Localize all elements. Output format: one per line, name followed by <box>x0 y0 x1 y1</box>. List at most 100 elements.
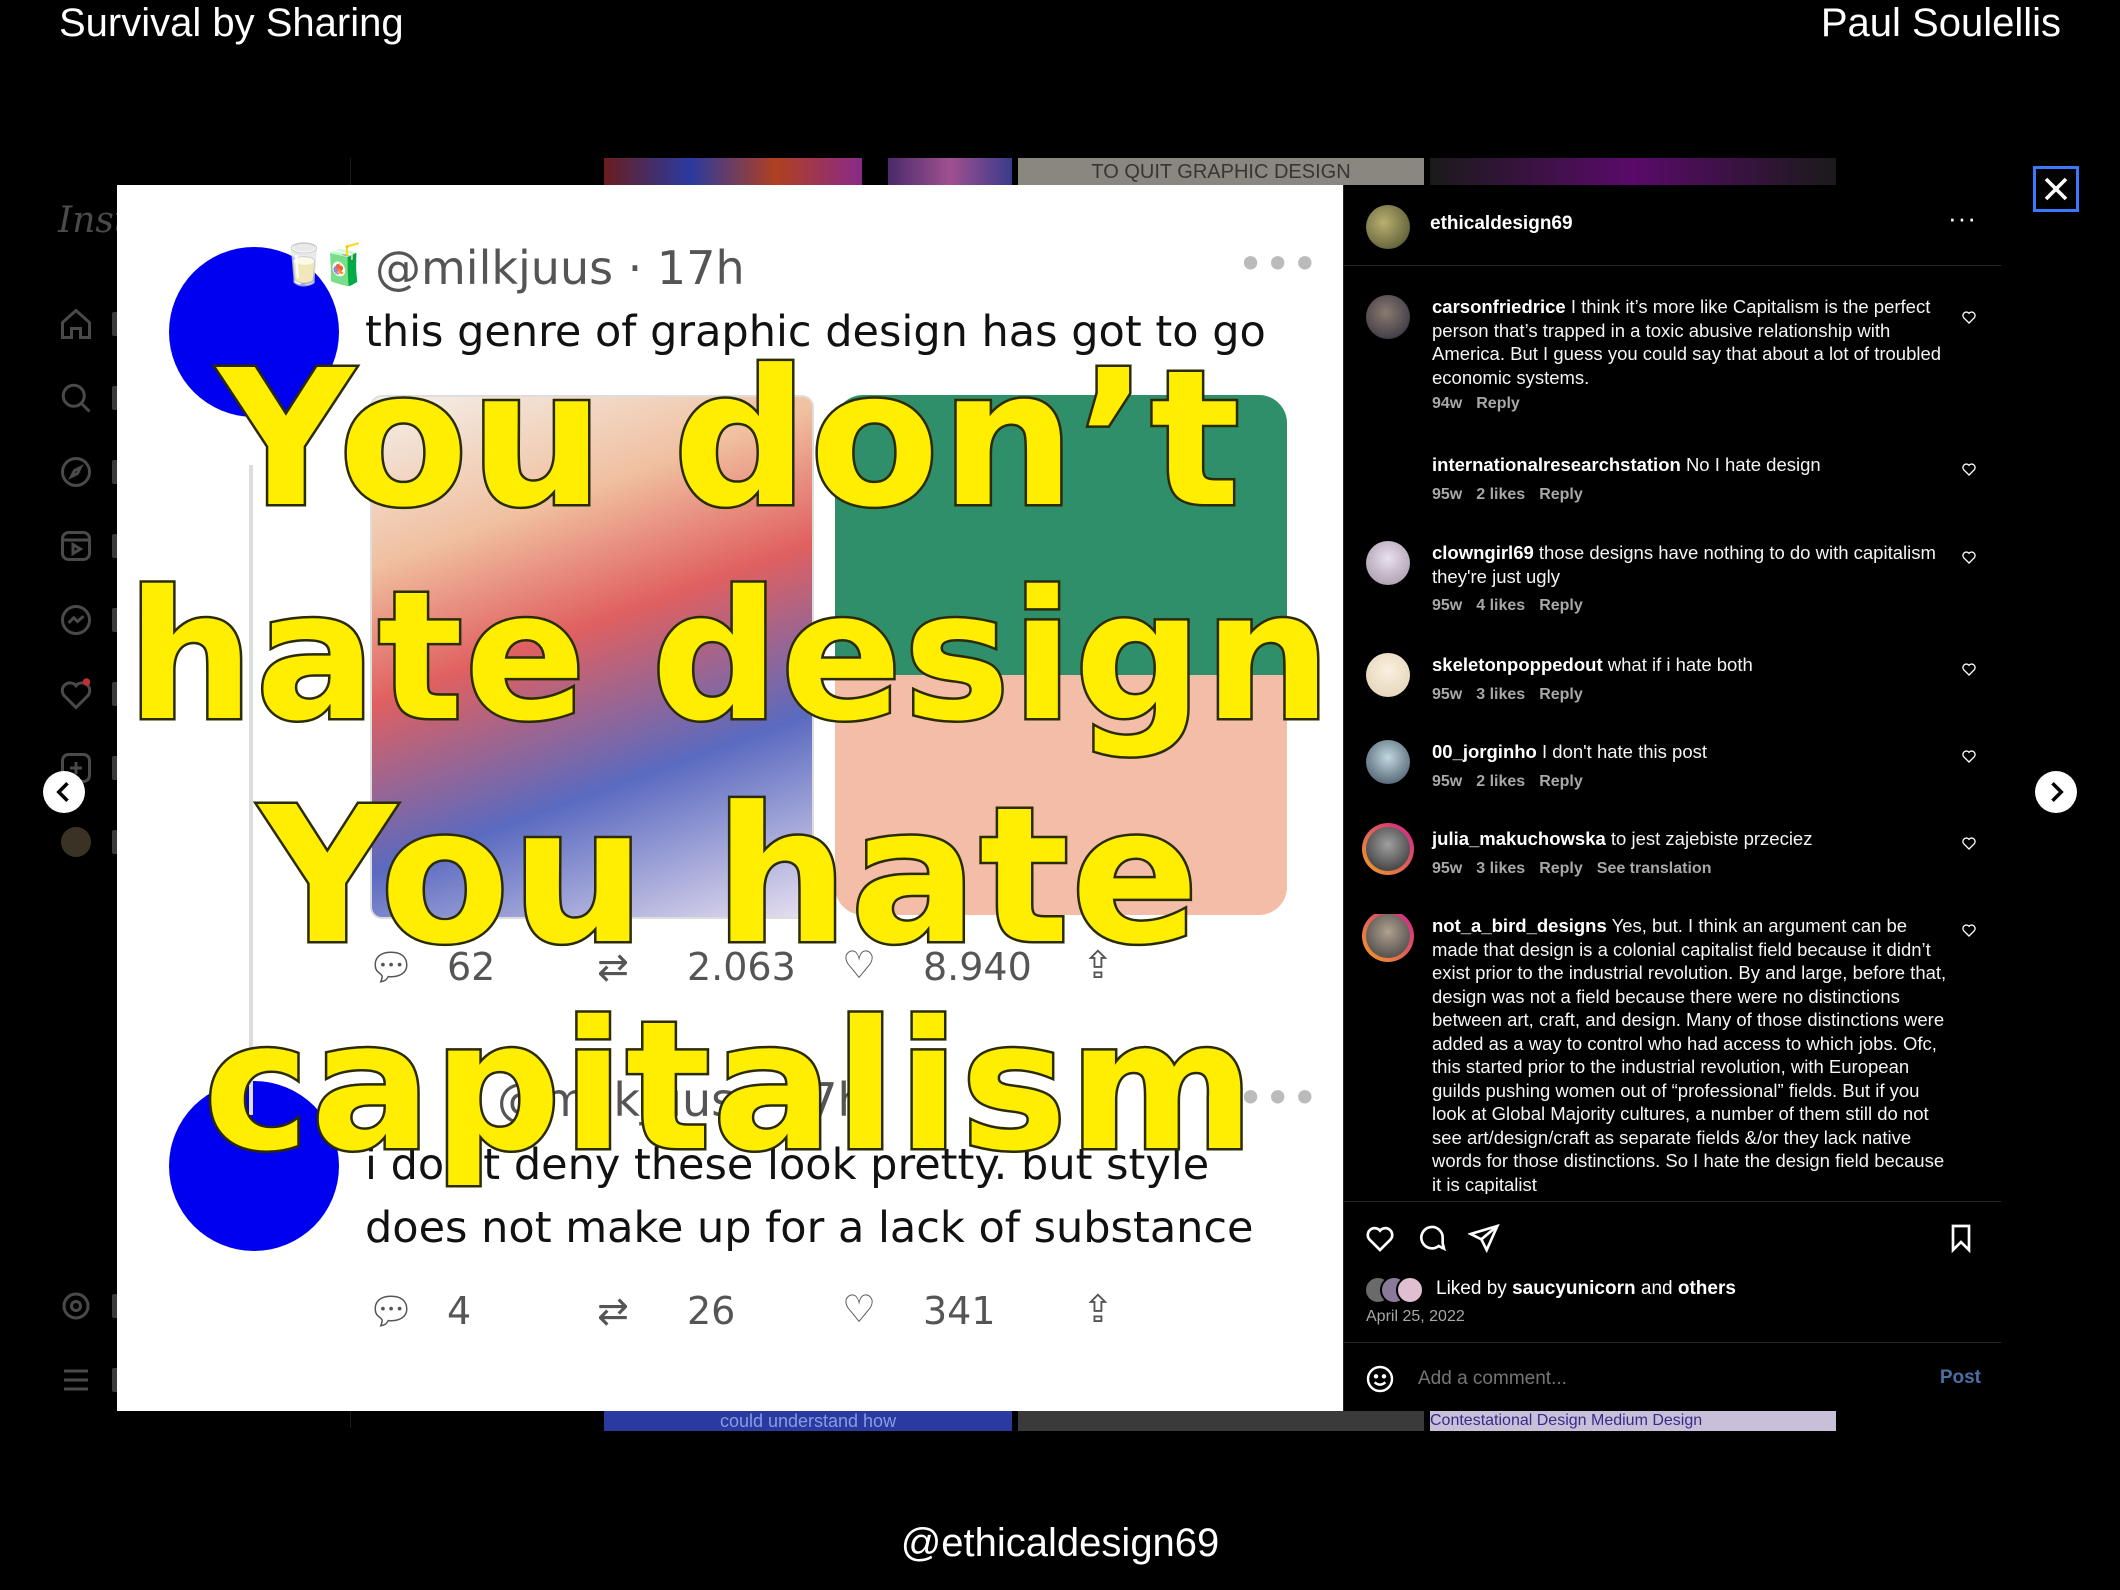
tweet-likes-count: 341 <box>923 1289 996 1333</box>
tweet-replies-count: 4 <box>447 1289 472 1333</box>
retweet-icon: ⇄ <box>597 1289 629 1333</box>
chevron-left-icon <box>56 782 69 802</box>
comment-username[interactable]: skeletonpoppedout <box>1432 654 1603 675</box>
reply-button[interactable]: Reply <box>1539 860 1583 877</box>
grid-tile-text[interactable]: could understand how <box>604 1411 1012 1431</box>
tweet-text-line2: does not make up for a lack of substance <box>365 1203 1254 1253</box>
commenter-avatar[interactable] <box>1366 653 1410 697</box>
liked-by-text: Liked by saucyunicorn and others <box>1436 1278 1736 1300</box>
comment-text: Yes, but. I think an argument can be mad… <box>1432 915 1947 1194</box>
comment-username[interactable]: clowngirl69 <box>1432 542 1534 563</box>
comment-like-icon[interactable] <box>1961 549 1977 565</box>
reply-button[interactable]: Reply <box>1476 395 1520 412</box>
comment-likes[interactable]: 4 likes <box>1476 597 1525 614</box>
commenter-avatar[interactable] <box>1366 541 1410 585</box>
liked-by-avatars[interactable] <box>1364 1276 1432 1304</box>
slide-footer-handle: @ethicaldesign69 <box>900 1521 1220 1565</box>
previous-post-button[interactable] <box>43 771 85 813</box>
comment-like-icon[interactable] <box>1961 461 1977 477</box>
author-username[interactable]: ethicaldesign69 <box>1430 213 1573 235</box>
home-icon[interactable] <box>58 306 94 342</box>
grid-tile[interactable] <box>1430 158 1836 186</box>
share-icon: ⇪ <box>1082 1287 1114 1331</box>
comment-likes[interactable]: 2 likes <box>1476 486 1525 503</box>
profile-avatar-icon[interactable] <box>58 824 94 860</box>
comment-username[interactable]: carsonfriedrice <box>1432 296 1566 317</box>
overlay-text-line3: You hate <box>257 765 1201 989</box>
comment-input[interactable] <box>1416 1361 1900 1397</box>
story-ring[interactable] <box>1362 914 1414 962</box>
liked-by-and: and <box>1640 1278 1673 1299</box>
comment-like-icon[interactable] <box>1961 309 1977 325</box>
comment-likes[interactable]: 3 likes <box>1476 686 1525 703</box>
comment-meta: 95w 3 likes Reply See translation <box>1432 860 1725 878</box>
like-icon: ♡ <box>842 1287 877 1331</box>
comment-meta: 95w 4 likes Reply <box>1432 597 1597 615</box>
comment-time: 94w <box>1432 395 1463 412</box>
close-button[interactable] <box>2033 166 2079 212</box>
threads-icon[interactable] <box>58 1288 94 1324</box>
comments-panel: ethicaldesign69 ··· carsonfriedrice I th… <box>1343 185 2001 1411</box>
commenter-avatar <box>1366 914 1410 958</box>
liked-by-others-link[interactable]: others <box>1678 1278 1736 1299</box>
comment-time: 95w <box>1432 773 1463 790</box>
comment-username[interactable]: 00_jorginho <box>1432 741 1537 762</box>
notifications-heart-icon[interactable] <box>58 676 94 712</box>
comment-time: 95w <box>1432 597 1463 614</box>
post-image[interactable]: @milkjuus · 17h 🥛 🧃 ••• this genre of gr… <box>117 185 1343 1411</box>
grid-tile[interactable] <box>1018 1411 1424 1431</box>
liked-by-user[interactable]: saucyunicorn <box>1512 1278 1636 1299</box>
comment-meta: 95w 2 likes Reply <box>1432 773 1597 791</box>
grid-tile[interactable] <box>604 158 862 186</box>
comment-like-icon[interactable] <box>1961 661 1977 677</box>
reply-button[interactable]: Reply <box>1539 686 1583 703</box>
comment-like-icon[interactable] <box>1961 748 1977 764</box>
post-comment-button[interactable]: Post <box>1940 1367 1981 1389</box>
comment-time: 95w <box>1432 686 1463 703</box>
comment-like-icon[interactable] <box>1961 922 1977 938</box>
explore-icon[interactable] <box>58 454 94 490</box>
see-translation-link[interactable]: See translation <box>1597 860 1712 877</box>
menu-icon[interactable] <box>58 1362 94 1398</box>
liked-by-prefix: Liked by <box>1436 1278 1507 1299</box>
close-icon <box>2044 177 2068 201</box>
slide-title-right: Paul Soulellis <box>1820 1 2061 45</box>
author-avatar[interactable] <box>1366 205 1410 249</box>
comment-bubble-icon[interactable] <box>1416 1222 1448 1254</box>
comment-likes[interactable]: 3 likes <box>1476 860 1525 877</box>
commenter-avatar[interactable] <box>1366 295 1410 339</box>
search-icon[interactable] <box>58 380 94 416</box>
next-post-button[interactable] <box>2035 771 2077 813</box>
comment-username[interactable]: not_a_bird_designs <box>1432 915 1607 936</box>
messenger-icon[interactable] <box>58 602 94 638</box>
comment-time: 95w <box>1432 486 1463 503</box>
post-actions: Liked by saucyunicorn and others April 2… <box>1344 1201 2001 1412</box>
comment-like-icon[interactable] <box>1961 835 1977 851</box>
comment-composer: Post <box>1344 1342 2001 1413</box>
comment-likes[interactable]: 2 likes <box>1476 773 1525 790</box>
overlay-text-line1: You don’t <box>215 328 1243 552</box>
comment-meta: 95w 3 likes Reply <box>1432 686 1597 704</box>
comment-username[interactable]: internationalresearchstation <box>1432 454 1681 475</box>
share-paper-plane-icon[interactable] <box>1467 1222 1500 1254</box>
like-heart-icon[interactable] <box>1364 1222 1396 1254</box>
save-bookmark-icon[interactable] <box>1945 1222 1977 1254</box>
grid-tile-text[interactable]: Contestational Design Medium Design <box>1430 1411 1836 1431</box>
reply-button[interactable]: Reply <box>1539 773 1583 790</box>
juice-box-icon: 🧃 <box>319 242 369 288</box>
tweet-more-icon: ••• <box>1237 237 1319 291</box>
reply-button[interactable]: Reply <box>1539 486 1583 503</box>
emoji-icon[interactable] <box>1364 1363 1396 1395</box>
reels-icon[interactable] <box>58 528 94 564</box>
overlay-text-line2: hate design <box>125 551 1334 763</box>
story-ring[interactable] <box>1362 823 1414 875</box>
reply-icon: 💬︎ <box>367 1289 416 1333</box>
comment-meta: 95w 2 likes Reply <box>1432 486 1597 504</box>
grid-tile-text[interactable]: TO QUIT GRAPHIC DESIGN <box>1018 158 1424 186</box>
reply-button[interactable]: Reply <box>1539 597 1583 614</box>
commenter-avatar[interactable] <box>1366 740 1410 784</box>
more-horizontal-icon[interactable]: ··· <box>1948 203 1977 234</box>
comment-meta: 94w Reply <box>1432 395 1534 413</box>
grid-tile[interactable] <box>888 158 1012 186</box>
comment-username[interactable]: julia_makuchowska <box>1432 828 1606 849</box>
